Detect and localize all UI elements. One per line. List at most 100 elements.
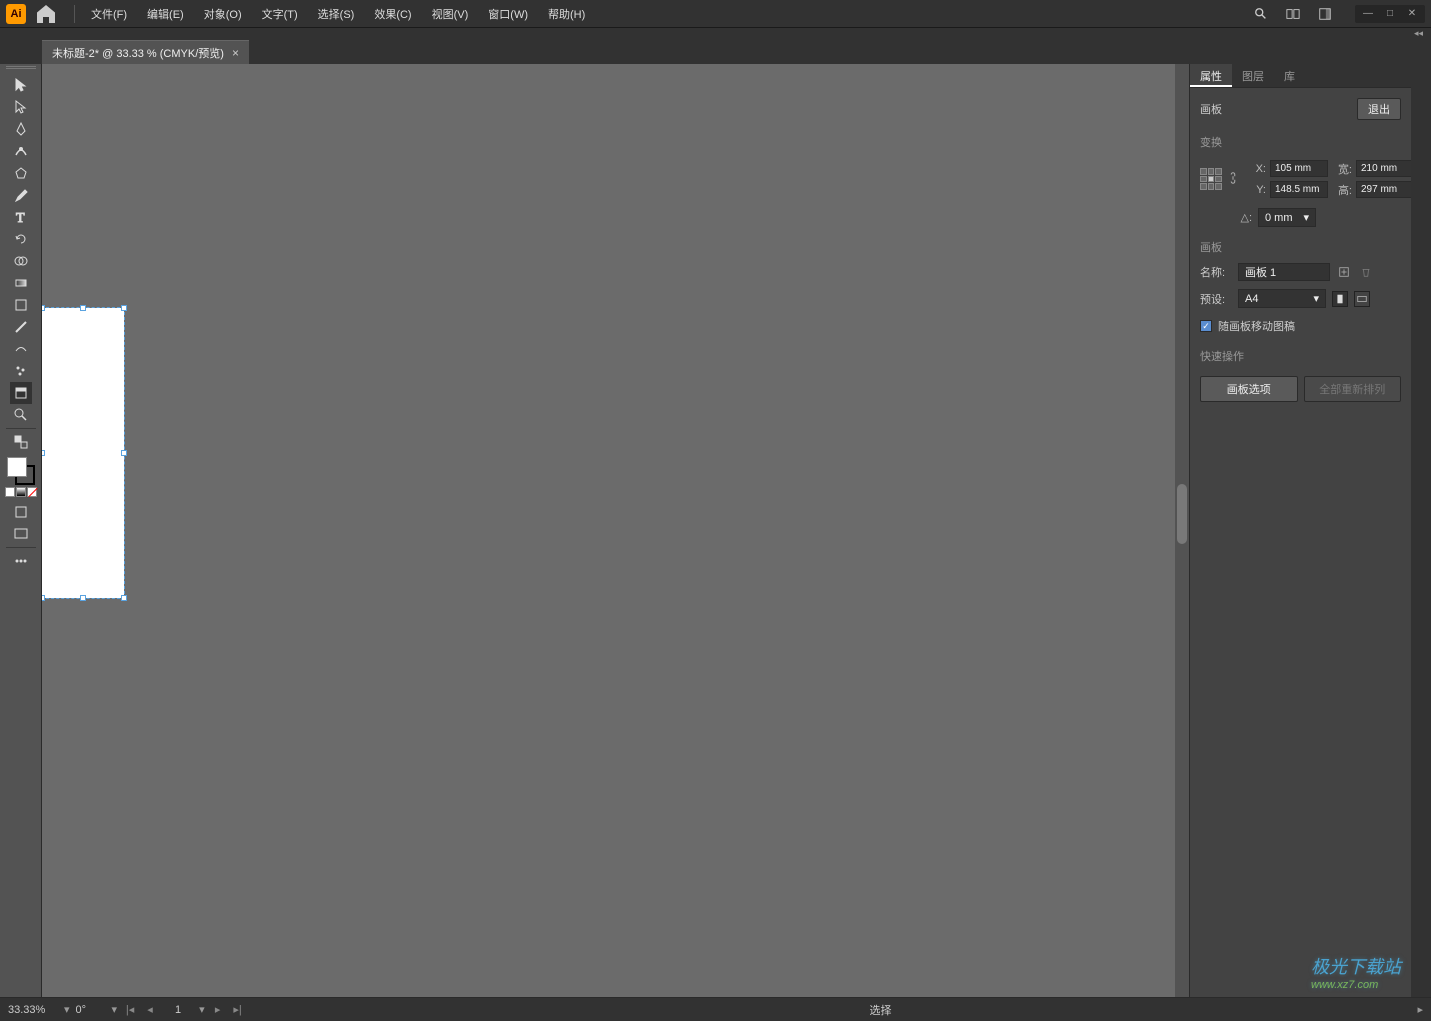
tab-libraries[interactable]: 库 [1274,64,1305,87]
zoom-tool[interactable] [10,404,32,426]
artboard-dropdown-icon[interactable]: ▾ [199,1003,205,1016]
scissors-tool[interactable] [10,338,32,360]
quick-action-buttons: 画板选项 全部重新排列 [1190,368,1411,410]
width-input[interactable] [1356,160,1411,177]
fill-swatch[interactable] [7,457,27,477]
artboard-options-button[interactable]: 画板选项 [1200,376,1298,402]
new-artboard-icon[interactable] [1336,264,1352,280]
tab-properties[interactable]: 属性 [1190,64,1232,87]
rectangle-tool[interactable] [10,162,32,184]
home-icon[interactable] [34,2,58,26]
direct-selection-tool[interactable] [10,96,32,118]
constrain-proportions-icon[interactable] [1226,171,1242,187]
screen-mode-icon[interactable] [10,523,32,545]
close-button[interactable]: ✕ [1403,7,1421,21]
window-controls: — □ ✕ [1355,5,1425,23]
workspace-icon[interactable] [1313,2,1337,26]
zoom-input[interactable] [8,1004,58,1016]
rearrange-all-button: 全部重新排列 [1304,376,1402,402]
maximize-button[interactable]: □ [1381,7,1399,21]
type-tool[interactable]: T [10,206,32,228]
eraser-tool[interactable] [10,316,32,338]
orientation-landscape-icon[interactable] [1354,291,1370,307]
transform-controls: X: 宽: Y: 高: [1190,154,1411,204]
symbol-sprayer-tool[interactable] [10,360,32,382]
artboard-section-title: 画板 [1190,231,1411,259]
menu-effect[interactable]: 效果(C) [364,2,421,26]
resize-handle-ml[interactable] [42,450,45,456]
draw-mode-icon[interactable] [10,501,32,523]
move-artwork-row: ✓ 随画板移动图稿 [1190,312,1411,340]
tab-layers[interactable]: 图层 [1232,64,1274,87]
selection-tool[interactable] [10,74,32,96]
canvas-area[interactable] [42,64,1189,997]
tab-close-icon[interactable]: × [232,46,239,60]
edit-toolbar-icon[interactable] [10,550,32,572]
main-area: T [0,64,1431,997]
delete-artboard-icon[interactable] [1358,264,1374,280]
gradient-tool[interactable] [10,272,32,294]
angle-input[interactable]: 0 mm▾ [1258,208,1316,227]
resize-handle-bc[interactable] [80,595,86,601]
menu-window[interactable]: 窗口(W) [478,2,538,26]
last-artboard-icon[interactable]: ▸| [231,1003,245,1017]
panel-collapse-icon[interactable]: ◂◂ [1414,28,1423,39]
pen-tool[interactable] [10,118,32,140]
status-play-icon[interactable]: ▸ [1417,1003,1423,1016]
resize-handle-br[interactable] [121,595,127,601]
rotate-tool[interactable] [10,228,32,250]
zoom-dropdown-icon[interactable]: ▾ [64,1003,70,1016]
rotation-dropdown-icon[interactable]: ▾ [112,1003,118,1016]
menu-select[interactable]: 选择(S) [308,2,365,26]
paintbrush-tool[interactable] [10,184,32,206]
orientation-portrait-icon[interactable] [1332,291,1348,307]
color-mode-gradient[interactable] [16,487,26,497]
arrange-documents-icon[interactable] [1281,2,1305,26]
menu-items: 文件(F) 编辑(E) 对象(O) 文字(T) 选择(S) 效果(C) 视图(V… [81,2,595,26]
menu-type[interactable]: 文字(T) [252,2,308,26]
x-input[interactable] [1270,160,1328,177]
reference-point-icon[interactable] [1200,168,1222,190]
artboard-number-input[interactable] [163,1004,193,1016]
toolbar: T [0,64,42,997]
preset-select[interactable]: A4▾ [1238,289,1326,308]
menu-object[interactable]: 对象(O) [194,2,252,26]
menu-view[interactable]: 视图(V) [422,2,479,26]
prev-artboard-icon[interactable]: ◂ [143,1003,157,1017]
color-mode-none[interactable] [27,487,37,497]
artboard-name-input[interactable] [1238,263,1330,281]
menu-edit[interactable]: 编辑(E) [137,2,194,26]
resize-handle-tl[interactable] [42,305,45,311]
resize-handle-tc[interactable] [80,305,86,311]
menu-help[interactable]: 帮助(H) [538,2,595,26]
resize-handle-mr[interactable] [121,450,127,456]
move-artwork-label: 随画板移动图稿 [1218,318,1295,334]
scrollbar-thumb[interactable] [1177,484,1187,544]
menu-file[interactable]: 文件(F) [81,2,137,26]
toolbar-grip[interactable] [6,66,36,72]
resize-handle-tr[interactable] [121,305,127,311]
search-icon[interactable] [1249,2,1273,26]
resize-handle-bl[interactable] [42,595,45,601]
next-artboard-icon[interactable]: ▸ [211,1003,225,1017]
rotation-row: △: 0 mm▾ [1190,204,1411,231]
curvature-tool[interactable] [10,140,32,162]
app-logo-icon: Ai [6,4,26,24]
minimize-button[interactable]: — [1359,7,1377,21]
fill-stroke-toggle[interactable] [10,431,32,453]
move-artwork-checkbox[interactable]: ✓ [1200,320,1212,332]
color-mode-solid[interactable] [5,487,15,497]
first-artboard-icon[interactable]: |◂ [123,1003,137,1017]
angle-label: △: [1232,211,1252,224]
eyedropper-tool[interactable] [10,294,32,316]
y-input[interactable] [1270,181,1328,198]
vertical-scrollbar[interactable] [1175,64,1189,997]
document-tab[interactable]: 未标题-2* @ 33.33 % (CMYK/预览) × [42,40,249,64]
height-input[interactable] [1356,181,1411,198]
shape-builder-tool[interactable] [10,250,32,272]
fill-stroke-swatches[interactable] [7,457,35,485]
exit-button[interactable]: 退出 [1357,98,1401,120]
color-mode-swatches [5,487,37,497]
rotation-input[interactable] [76,1004,106,1016]
artboard-tool[interactable] [10,382,32,404]
